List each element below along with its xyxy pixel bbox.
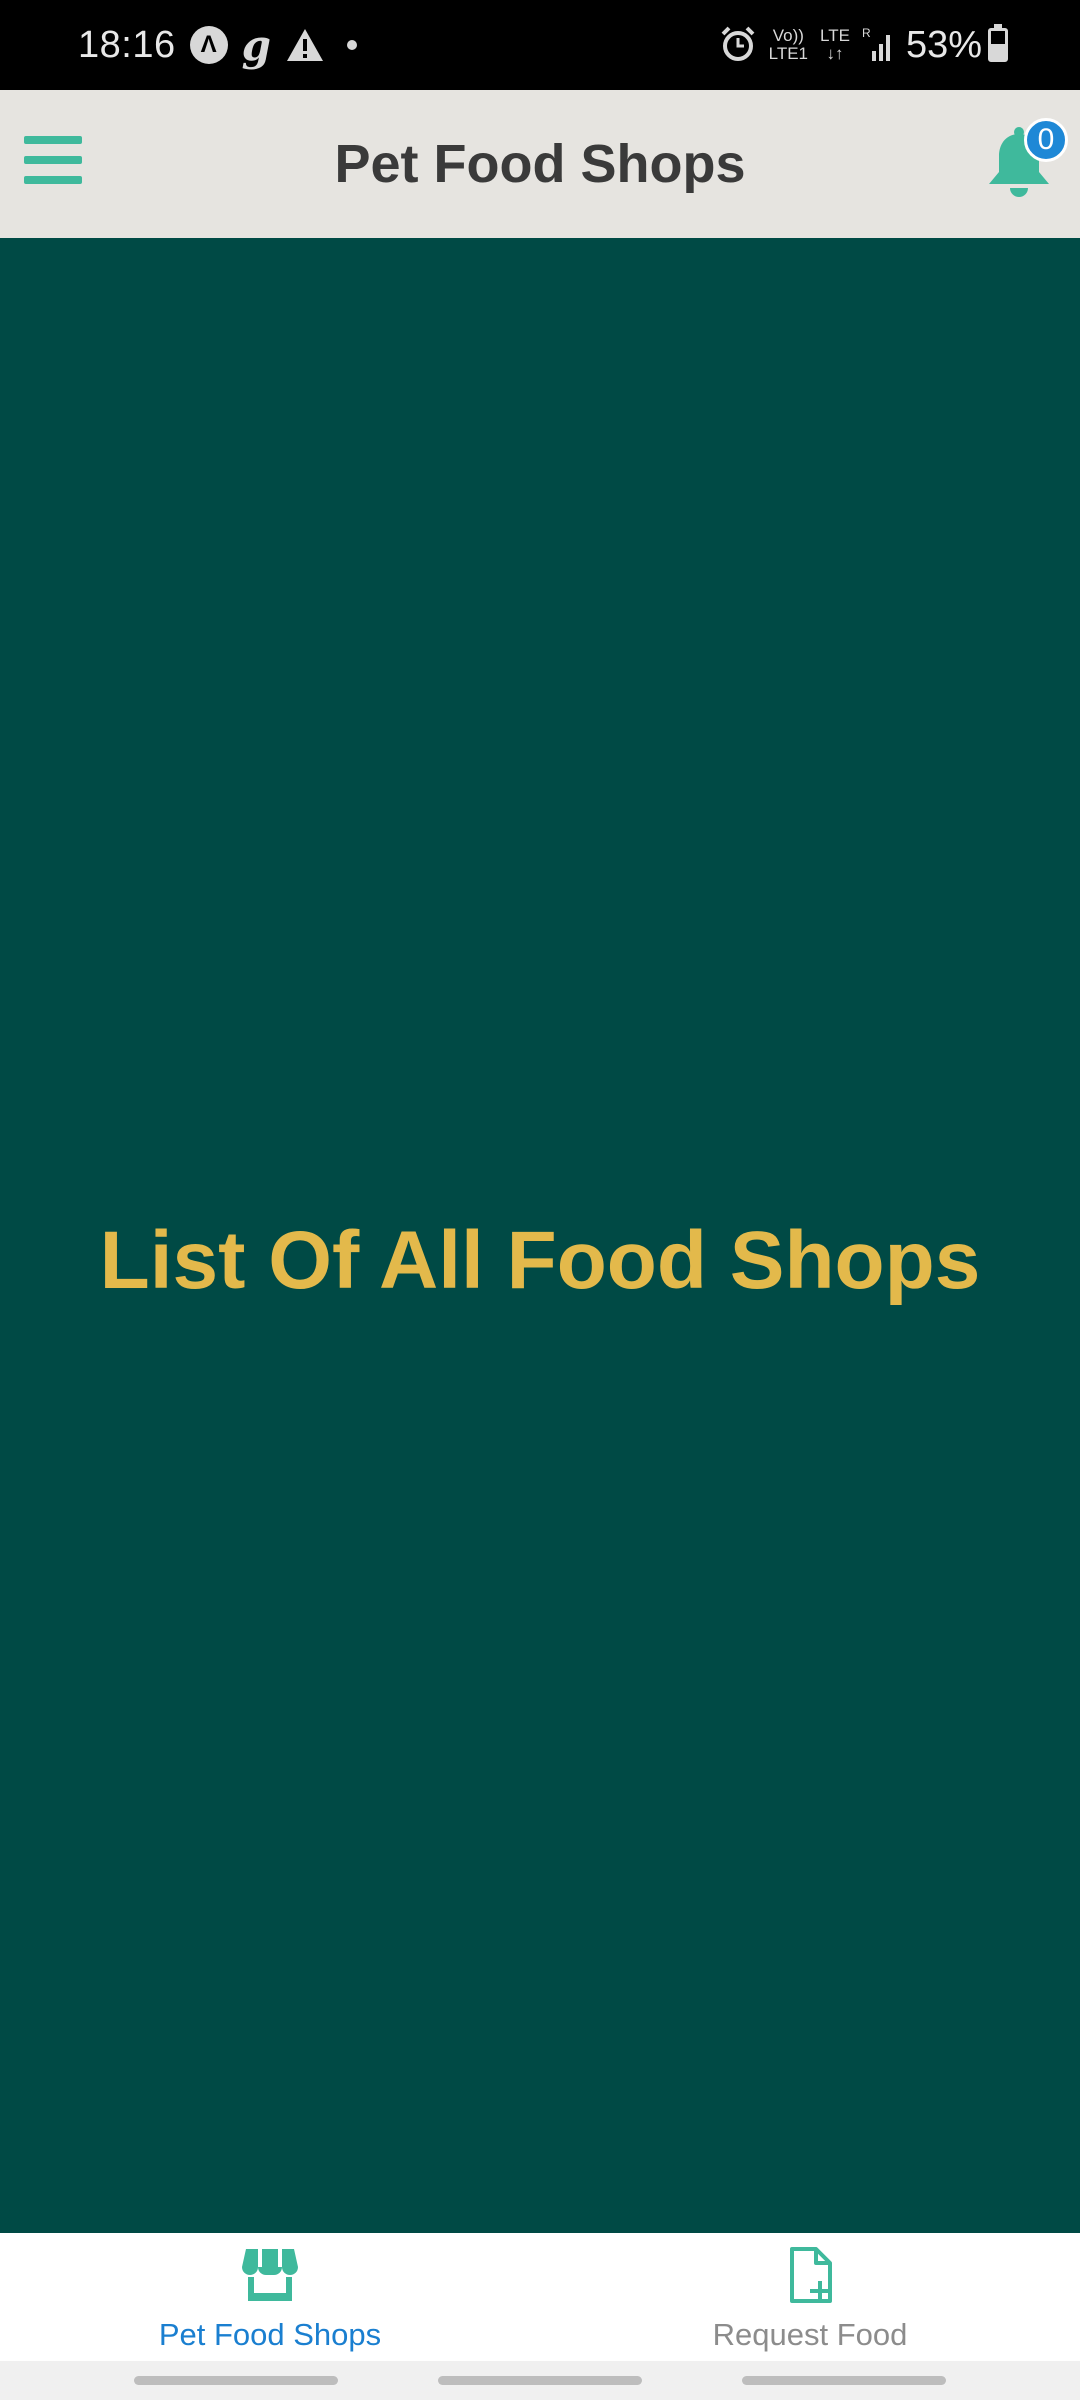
battery-percentage: 53% bbox=[905, 23, 982, 66]
status-bar: 18:16 Λ g Vo)) LTE1 LTE ↓↑ R 53% bbox=[0, 0, 1080, 90]
gesture-pill[interactable] bbox=[134, 2376, 338, 2385]
app-a-icon: Λ bbox=[189, 26, 228, 64]
app-screen: 18:16 Λ g Vo)) LTE1 LTE ↓↑ R 53% Pet Foo… bbox=[0, 0, 1080, 2400]
system-gesture-bar bbox=[0, 2361, 1080, 2400]
notification-dot-icon bbox=[346, 40, 357, 50]
nav-item-request-food[interactable]: Request Food bbox=[540, 2233, 1080, 2361]
notification-badge: 0 bbox=[1024, 118, 1068, 162]
menu-line bbox=[24, 156, 82, 164]
nav-item-pet-food-shops[interactable]: Pet Food Shops bbox=[0, 2233, 540, 2361]
volte-icon: Vo)) LTE1 bbox=[768, 26, 809, 63]
app-header: Pet Food Shops 0 bbox=[0, 90, 1080, 238]
main-content: List Of All Food Shops bbox=[0, 238, 1080, 2233]
bottom-navigation: Pet Food Shops Request Food bbox=[0, 2233, 1080, 2361]
page-title: Pet Food Shops bbox=[334, 134, 746, 194]
signal-icon: R bbox=[862, 26, 894, 64]
lte-icon: LTE ↓↑ bbox=[820, 26, 850, 63]
gesture-pill[interactable] bbox=[742, 2376, 946, 2385]
notifications-button[interactable]: 0 bbox=[984, 118, 1068, 202]
alarm-icon bbox=[719, 25, 757, 66]
warning-icon bbox=[285, 27, 325, 63]
status-time: 18:16 bbox=[78, 23, 176, 66]
storefront-icon bbox=[242, 2249, 298, 2301]
main-heading: List Of All Food Shops bbox=[99, 1214, 981, 1306]
menu-line bbox=[24, 136, 82, 144]
hamburger-menu-icon[interactable] bbox=[24, 136, 82, 184]
battery-icon bbox=[988, 24, 1008, 62]
status-right: Vo)) LTE1 LTE ↓↑ R 53% bbox=[707, 24, 1008, 67]
nav-label-request-food: Request Food bbox=[712, 2317, 908, 2352]
file-add-icon bbox=[790, 2247, 832, 2303]
menu-line bbox=[24, 176, 82, 184]
gesture-pill[interactable] bbox=[438, 2376, 642, 2385]
svg-text:R: R bbox=[862, 27, 871, 40]
g-app-icon: g bbox=[241, 20, 271, 70]
nav-label-pet-food-shops: Pet Food Shops bbox=[158, 2317, 382, 2352]
status-left: 18:16 Λ g bbox=[78, 21, 357, 70]
